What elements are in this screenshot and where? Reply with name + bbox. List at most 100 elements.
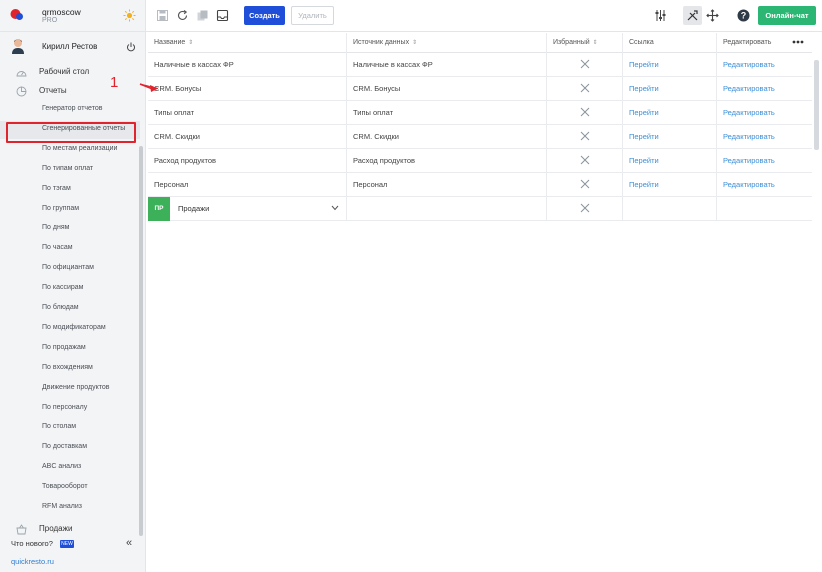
- annotation-arrow-icon: [139, 83, 159, 92]
- submenu-item-label: По персоналу: [42, 403, 88, 411]
- submenu-item[interactable]: По дням: [0, 220, 140, 238]
- submenu-item[interactable]: По местам реализации: [0, 141, 140, 159]
- cell-link[interactable]: Перейти: [623, 53, 717, 76]
- cell-edit[interactable]: Редактировать: [717, 125, 812, 148]
- toolbar: Создать Удалить ? Онлайн-чат: [146, 0, 822, 32]
- cell-favorite[interactable]: [547, 77, 623, 100]
- submenu-item[interactable]: ABC анализ: [0, 459, 140, 477]
- page-scrollbar[interactable]: [814, 60, 819, 150]
- table-row[interactable]: CRM. Скидки CRM. Скидки Перейти Редактирова…: [148, 125, 812, 149]
- cell-name: CRM. Скидки: [148, 125, 347, 148]
- table-header: Название ⇕ Источник данных ⇕ Избранный ⇕ Сс…: [148, 33, 812, 53]
- cell-link[interactable]: Перейти: [623, 173, 717, 196]
- cell-edit[interactable]: Редактировать: [717, 77, 812, 100]
- new-report-row: ПР Продажи: [148, 197, 812, 221]
- table-row[interactable]: Персонал Персонал Перейти Редактировать: [148, 173, 812, 197]
- more-options-icon[interactable]: [792, 40, 804, 44]
- table-row[interactable]: CRM. Бонусы CRM. Бонусы Перейти Редактирова…: [148, 77, 812, 101]
- cell-edit[interactable]: Редактировать: [717, 53, 812, 76]
- cell-source: CRM. Бонусы: [347, 77, 547, 100]
- pie-chart-icon: [16, 86, 27, 97]
- whats-new-link[interactable]: Что нового?: [11, 539, 53, 548]
- submenu-item[interactable]: По блюдам: [0, 300, 140, 318]
- move-arrows-icon[interactable]: [706, 9, 719, 22]
- cell-edit[interactable]: Редактировать: [717, 101, 812, 124]
- not-favorite-icon: [580, 155, 590, 165]
- filter-sliders-icon[interactable]: [654, 9, 667, 22]
- submenu-item-label: По доставкам: [42, 443, 88, 451]
- cell-link[interactable]: Перейти: [623, 77, 717, 100]
- submenu-item[interactable]: По модификаторам: [0, 320, 140, 338]
- sidebar-scrollbar[interactable]: [139, 146, 143, 536]
- table-row[interactable]: Расход продуктов Расход продуктов Перейти Р…: [148, 149, 812, 173]
- submenu-item[interactable]: По кассирам: [0, 280, 140, 298]
- save-icon[interactable]: [156, 9, 169, 22]
- submenu-item[interactable]: Товарооборот: [0, 479, 140, 497]
- collapse-sidebar-icon[interactable]: «: [126, 537, 132, 549]
- new-row-source-select[interactable]: ПР Продажи: [148, 197, 347, 221]
- submenu-item-label: По типам оплат: [42, 164, 94, 172]
- submenu-item-label: Генератор отчетов: [42, 105, 103, 112]
- column-header-favorite-label: Избранный: [553, 39, 590, 46]
- column-header-source[interactable]: Источник данных ⇕: [347, 33, 547, 53]
- cell-favorite[interactable]: [547, 125, 623, 148]
- submenu-item[interactable]: По столам: [0, 419, 140, 437]
- submenu-item[interactable]: По типам оплат: [0, 161, 140, 179]
- cell-name: Наличные в кассах ФР: [148, 53, 347, 76]
- brand-header[interactable]: qrmoscow PRO: [0, 0, 146, 32]
- submenu-item[interactable]: Генератор отчетов: [0, 101, 140, 119]
- column-header-favorite[interactable]: Избранный ⇕: [547, 33, 623, 53]
- submenu-item-label: По продажам: [42, 343, 86, 351]
- table-row[interactable]: Наличные в кассах ФР Наличные в кассах ФР…: [148, 53, 812, 77]
- submenu-item[interactable]: По часам: [0, 240, 140, 258]
- submenu-item[interactable]: По персоналу: [0, 400, 140, 418]
- cell-link[interactable]: Перейти: [623, 101, 717, 124]
- submenu-item[interactable]: Движение продуктов: [0, 380, 140, 398]
- sort-icon: ⇕: [188, 40, 194, 46]
- submenu-item[interactable]: По доставкам: [0, 439, 140, 457]
- cell-source: Расход продуктов: [347, 149, 547, 172]
- sun-icon[interactable]: [123, 9, 136, 22]
- column-header-name[interactable]: Название ⇕: [148, 33, 347, 53]
- user-name: Кирилл Рестов: [42, 42, 98, 51]
- brand-plan: PRO: [42, 17, 58, 24]
- power-icon[interactable]: [126, 42, 136, 52]
- brand-name: qrmoscow: [42, 7, 81, 17]
- table-row[interactable]: Типы оплат Типы оплат Перейти Редактировать: [148, 101, 812, 125]
- submenu-item[interactable]: RFM анализ: [0, 499, 140, 517]
- cell-name: CRM. Бонусы: [148, 77, 347, 100]
- refresh-icon[interactable]: [176, 9, 189, 22]
- column-header-link: Ссылка: [623, 33, 717, 53]
- inbox-icon[interactable]: [216, 9, 229, 22]
- submenu-item[interactable]: По группам: [0, 201, 140, 219]
- nav-desktop[interactable]: Рабочий стол: [0, 63, 140, 81]
- create-button[interactable]: Создать: [244, 6, 285, 25]
- copy-icon[interactable]: [196, 9, 209, 22]
- cell-link[interactable]: Перейти: [623, 125, 717, 148]
- new-row-source: [347, 197, 547, 220]
- submenu-item[interactable]: По вхождениям: [0, 360, 140, 378]
- cell-edit[interactable]: Редактировать: [717, 149, 812, 172]
- delete-button[interactable]: Удалить: [291, 6, 334, 25]
- online-chat-button[interactable]: Онлайн-чат: [758, 6, 816, 25]
- avatar: [12, 39, 24, 54]
- cell-favorite[interactable]: [547, 173, 623, 196]
- cell-favorite[interactable]: [547, 101, 623, 124]
- svg-text:?: ?: [741, 11, 747, 21]
- submenu-item[interactable]: По тэгам: [0, 181, 140, 199]
- site-link[interactable]: quickresto.ru: [11, 557, 54, 566]
- submenu-item[interactable]: По официантам: [0, 260, 140, 278]
- submenu-item[interactable]: По продажам: [0, 340, 140, 358]
- user-profile[interactable]: Кирилл Рестов: [0, 33, 146, 59]
- reports-table: Название ⇕ Источник данных ⇕ Избранный ⇕ Сс…: [146, 33, 822, 572]
- nav-sales[interactable]: Продажи: [0, 520, 140, 538]
- brand-logo-icon: [10, 9, 23, 20]
- new-row-favorite[interactable]: [547, 197, 623, 220]
- cell-link[interactable]: Перейти: [623, 149, 717, 172]
- help-icon[interactable]: ?: [737, 9, 750, 22]
- cell-favorite[interactable]: [547, 53, 623, 76]
- cell-edit[interactable]: Редактировать: [717, 173, 812, 196]
- tools-toggle[interactable]: [683, 6, 702, 25]
- cell-favorite[interactable]: [547, 149, 623, 172]
- submenu-item[interactable]: Сгенерированные отчеты: [0, 120, 140, 143]
